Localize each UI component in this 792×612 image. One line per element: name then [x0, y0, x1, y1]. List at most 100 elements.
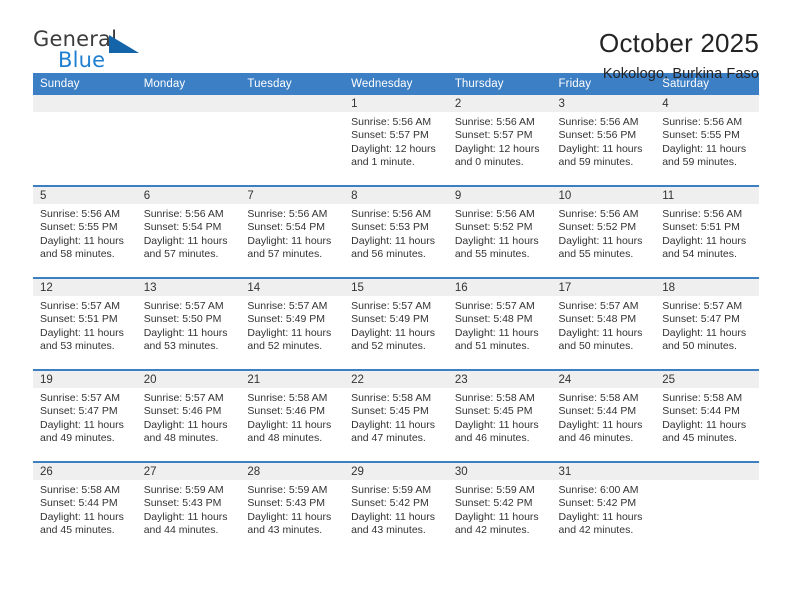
day-number: 25 [655, 372, 759, 388]
calendar-day-cell[interactable]: 9 Sunrise: 5:56 AM Sunset: 5:52 PM Daylight… [447, 185, 552, 278]
calendar-day-cell[interactable]: 7 Sunrise: 5:56 AM Sunset: 5:54 PM Daylight… [240, 185, 345, 278]
day-detail-line: Sunrise: 5:57 AM [40, 392, 120, 404]
calendar-day-cell[interactable]: 2 Sunrise: 5:56 AM Sunset: 5:57 PM Daylight… [447, 95, 552, 186]
calendar-day-cell-empty [240, 95, 345, 186]
day-detail-line: Sunset: 5:43 PM [143, 497, 222, 510]
day-details: Sunrise: 5:58 AM Sunset: 5:44 PM Daylight:… [33, 480, 137, 538]
day-detail-line: Sunset: 5:44 PM [40, 497, 118, 510]
calendar-day-cell[interactable]: 17 Sunrise: 5:57 AM Sunset: 5:48 PM Dayligh… [551, 277, 656, 370]
day-detail-line: Daylight: 11 hours [143, 234, 228, 247]
calendar-day-cell[interactable]: 30 Sunrise: 5:59 AM Sunset: 5:42 PM Dayligh… [447, 461, 552, 553]
day-detail-line: Sunrise: 5:58 AM [247, 392, 328, 404]
triangle-icon [109, 35, 139, 53]
day-detail-line: Daylight: 11 hours [40, 510, 124, 523]
day-detail-line: Sunset: 5:42 PM [351, 497, 429, 510]
day-detail-line: Sunrise: 5:56 AM [351, 208, 432, 220]
day-detail-line: Sunset: 5:44 PM [662, 405, 740, 418]
day-detail-line: and 56 minutes. [351, 248, 426, 261]
weekday-header-tuesday: Tuesday [240, 73, 345, 95]
day-number: 18 [655, 280, 759, 296]
day-detail-line: Sunset: 5:52 PM [558, 221, 637, 234]
day-detail-line: Sunset: 5:47 PM [662, 313, 740, 326]
calendar-day-cell[interactable]: 11 Sunrise: 5:56 AM Sunset: 5:51 PM Dayligh… [655, 185, 759, 278]
general-blue-logo[interactable]: General Blue [33, 27, 153, 79]
day-details: Sunrise: 5:56 AM Sunset: 5:52 PM Daylight:… [552, 204, 656, 262]
calendar-day-cell-empty [136, 95, 241, 186]
calendar-day-cell[interactable]: 5 Sunrise: 5:56 AM Sunset: 5:55 PM Daylight… [33, 185, 137, 278]
day-detail-line: Sunset: 5:50 PM [143, 313, 222, 326]
calendar-day-cell[interactable]: 20 Sunrise: 5:57 AM Sunset: 5:46 PM Dayligh… [136, 369, 241, 462]
calendar-day-cell[interactable]: 13 Sunrise: 5:57 AM Sunset: 5:50 PM Dayligh… [136, 277, 241, 370]
day-details: Sunrise: 5:59 AM Sunset: 5:43 PM Daylight:… [240, 480, 344, 538]
day-number: 8 [344, 188, 448, 204]
day-detail-line: Sunset: 5:44 PM [558, 405, 637, 418]
day-detail-line: and 58 minutes. [40, 248, 115, 261]
day-detail-line: Daylight: 11 hours [40, 326, 124, 339]
day-detail-line: Daylight: 11 hours [247, 418, 332, 431]
day-detail-line: Sunrise: 5:57 AM [247, 300, 328, 312]
calendar-day-cell[interactable]: 4 Sunrise: 5:56 AM Sunset: 5:55 PM Daylight… [655, 95, 759, 186]
day-detail-line: Daylight: 11 hours [40, 418, 124, 431]
day-detail-line: and 49 minutes. [40, 432, 115, 445]
calendar-day-cell[interactable]: 23 Sunrise: 5:58 AM Sunset: 5:45 PM Dayligh… [447, 369, 552, 462]
day-number: 27 [136, 464, 241, 480]
calendar-day-cell[interactable]: 16 Sunrise: 5:57 AM Sunset: 5:48 PM Dayligh… [447, 277, 552, 370]
day-detail-line: Sunset: 5:55 PM [40, 221, 118, 234]
page-header: General Blue October 2025 Kokologo, Burk… [33, 0, 759, 82]
day-detail-line: Sunrise: 5:59 AM [454, 484, 535, 496]
day-detail-line: Sunset: 5:49 PM [351, 313, 429, 326]
calendar-day-cell[interactable]: 6 Sunrise: 5:56 AM Sunset: 5:54 PM Daylight… [136, 185, 241, 278]
day-details: Sunrise: 5:56 AM Sunset: 5:56 PM Daylight:… [552, 112, 656, 170]
day-number: 28 [240, 464, 345, 480]
calendar-day-cell[interactable]: 1 Sunrise: 5:56 AM Sunset: 5:57 PM Daylight… [344, 95, 448, 186]
day-number: 16 [447, 280, 552, 296]
calendar-day-cell[interactable]: 3 Sunrise: 5:56 AM Sunset: 5:56 PM Daylight… [551, 95, 656, 186]
day-detail-line: and 46 minutes. [558, 432, 634, 445]
calendar-day-cell[interactable]: 22 Sunrise: 5:58 AM Sunset: 5:45 PM Dayligh… [344, 369, 448, 462]
calendar-day-cell[interactable]: 8 Sunrise: 5:56 AM Sunset: 5:53 PM Daylight… [344, 185, 448, 278]
calendar-day-cell[interactable]: 25 Sunrise: 5:58 AM Sunset: 5:44 PM Dayligh… [655, 369, 759, 462]
day-number: 7 [240, 188, 345, 204]
calendar-day-cell[interactable]: 14 Sunrise: 5:57 AM Sunset: 5:49 PM Dayligh… [240, 277, 345, 370]
day-detail-line: Sunrise: 5:57 AM [143, 392, 224, 404]
day-detail-line: Sunrise: 6:00 AM [558, 484, 639, 496]
day-details [655, 480, 759, 484]
day-number [655, 464, 759, 480]
calendar-day-cell[interactable]: 24 Sunrise: 5:58 AM Sunset: 5:44 PM Dayligh… [551, 369, 656, 462]
calendar-day-cell[interactable]: 27 Sunrise: 5:59 AM Sunset: 5:43 PM Dayligh… [136, 461, 241, 553]
day-detail-line: Daylight: 11 hours [143, 510, 228, 523]
day-details: Sunrise: 5:57 AM Sunset: 5:46 PM Daylight:… [137, 388, 241, 446]
calendar-day-cell[interactable]: 28 Sunrise: 5:59 AM Sunset: 5:43 PM Dayligh… [240, 461, 345, 553]
day-detail-line: Daylight: 11 hours [454, 326, 539, 339]
calendar-day-cell[interactable]: 12 Sunrise: 5:57 AM Sunset: 5:51 PM Dayligh… [33, 277, 137, 370]
day-detail-line: and 42 minutes. [558, 524, 634, 537]
day-detail-line: Daylight: 11 hours [351, 510, 435, 523]
calendar-day-cell[interactable]: 21 Sunrise: 5:58 AM Sunset: 5:46 PM Dayligh… [240, 369, 345, 462]
day-detail-line: Sunset: 5:52 PM [454, 221, 533, 234]
day-number: 17 [551, 280, 656, 296]
day-detail-line: Sunrise: 5:56 AM [247, 208, 328, 220]
day-detail-line: Daylight: 11 hours [558, 326, 643, 339]
day-number: 2 [447, 95, 552, 112]
day-detail-line: Sunset: 5:55 PM [662, 129, 740, 142]
day-details: Sunrise: 5:56 AM Sunset: 5:55 PM Daylight:… [33, 204, 137, 262]
day-details: Sunrise: 5:59 AM Sunset: 5:42 PM Daylight:… [448, 480, 552, 538]
calendar-day-cell[interactable]: 26 Sunrise: 5:58 AM Sunset: 5:44 PM Dayligh… [33, 461, 137, 553]
calendar-day-cell[interactable]: 18 Sunrise: 5:57 AM Sunset: 5:47 PM Dayligh… [655, 277, 759, 370]
calendar-day-cell[interactable]: 31 Sunrise: 6:00 AM Sunset: 5:42 PM Dayligh… [551, 461, 656, 553]
calendar-day-cell[interactable]: 29 Sunrise: 5:59 AM Sunset: 5:42 PM Dayligh… [344, 461, 448, 553]
calendar-day-cell-empty [655, 461, 759, 553]
day-details [240, 112, 344, 116]
calendar-day-cell[interactable]: 15 Sunrise: 5:57 AM Sunset: 5:49 PM Dayligh… [344, 277, 448, 370]
day-detail-line: and 45 minutes. [40, 524, 115, 537]
day-detail-line: and 45 minutes. [662, 432, 737, 445]
day-detail-line: Sunrise: 5:58 AM [351, 392, 432, 404]
day-detail-line: Sunset: 5:54 PM [143, 221, 222, 234]
calendar-day-cell[interactable]: 19 Sunrise: 5:57 AM Sunset: 5:47 PM Dayligh… [33, 369, 137, 462]
day-detail-line: Sunrise: 5:56 AM [558, 208, 639, 220]
day-detail-line: Sunrise: 5:59 AM [351, 484, 432, 496]
day-detail-line: and 48 minutes. [247, 432, 323, 445]
calendar-day-cell[interactable]: 10 Sunrise: 5:56 AM Sunset: 5:52 PM Dayligh… [551, 185, 656, 278]
day-detail-line: Sunrise: 5:56 AM [351, 116, 432, 128]
calendar-week-row: 5 Sunrise: 5:56 AM Sunset: 5:55 PM Daylight… [33, 185, 759, 278]
